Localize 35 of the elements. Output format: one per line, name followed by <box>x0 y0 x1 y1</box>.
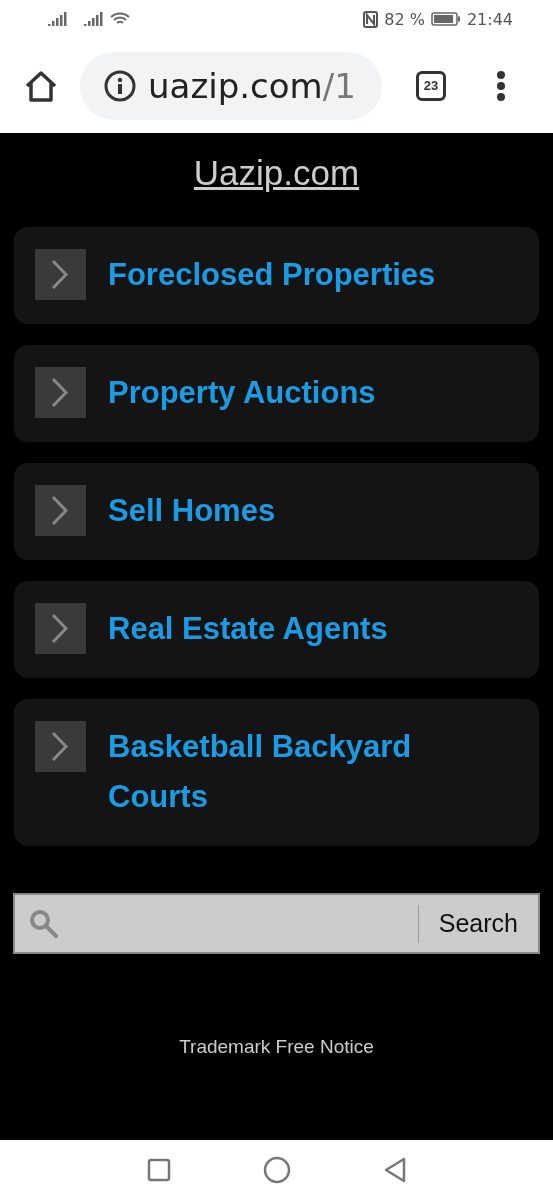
battery-text: 82 % <box>384 9 425 29</box>
square-icon[interactable] <box>146 1158 171 1182</box>
chevron-icon <box>35 249 86 300</box>
menu-link[interactable]: Foreclosed Properties <box>108 250 436 300</box>
search-button[interactable]: Search <box>417 904 538 943</box>
search-icon <box>29 908 59 939</box>
menu-link[interactable]: Property Auctions <box>108 368 376 418</box>
menu-card[interactable]: Property Auctions <box>14 345 539 442</box>
nfc-icon <box>363 10 379 28</box>
menu-card[interactable]: Real Estate Agents <box>14 581 539 678</box>
tab-switcher-button[interactable]: 23 <box>416 70 446 101</box>
menu-link[interactable]: Sell Homes <box>108 486 276 536</box>
chevron-icon <box>35 721 86 772</box>
menu-card[interactable]: Sell Homes <box>14 463 539 560</box>
circle-icon[interactable] <box>262 1156 291 1184</box>
signal-icon <box>48 12 68 26</box>
address-bar[interactable]: uazip.com/1 <box>80 51 382 120</box>
chevron-icon <box>35 485 86 536</box>
site-title[interactable]: Uazip.com <box>193 153 360 193</box>
clock-time: 21:44 <box>466 9 513 29</box>
info-icon[interactable] <box>104 69 136 102</box>
search-bar[interactable]: Search <box>13 893 540 954</box>
menu-card[interactable]: Foreclosed Properties <box>14 227 539 324</box>
chevron-icon <box>35 367 86 418</box>
menu-card[interactable]: Basketball Backyard Courts <box>14 699 539 846</box>
signal-icon <box>84 12 104 26</box>
url-text: uazip.com/1 <box>148 65 356 106</box>
back-icon[interactable] <box>382 1157 407 1183</box>
chevron-icon <box>35 603 86 654</box>
home-icon[interactable] <box>24 69 58 102</box>
menu-link[interactable]: Real Estate Agents <box>108 604 388 654</box>
battery-icon <box>430 12 461 26</box>
menu-link[interactable]: Basketball Backyard Courts <box>108 722 519 822</box>
footer-link[interactable]: Trademark Free Notice <box>179 1036 374 1058</box>
more-menu-icon[interactable] <box>496 69 506 102</box>
